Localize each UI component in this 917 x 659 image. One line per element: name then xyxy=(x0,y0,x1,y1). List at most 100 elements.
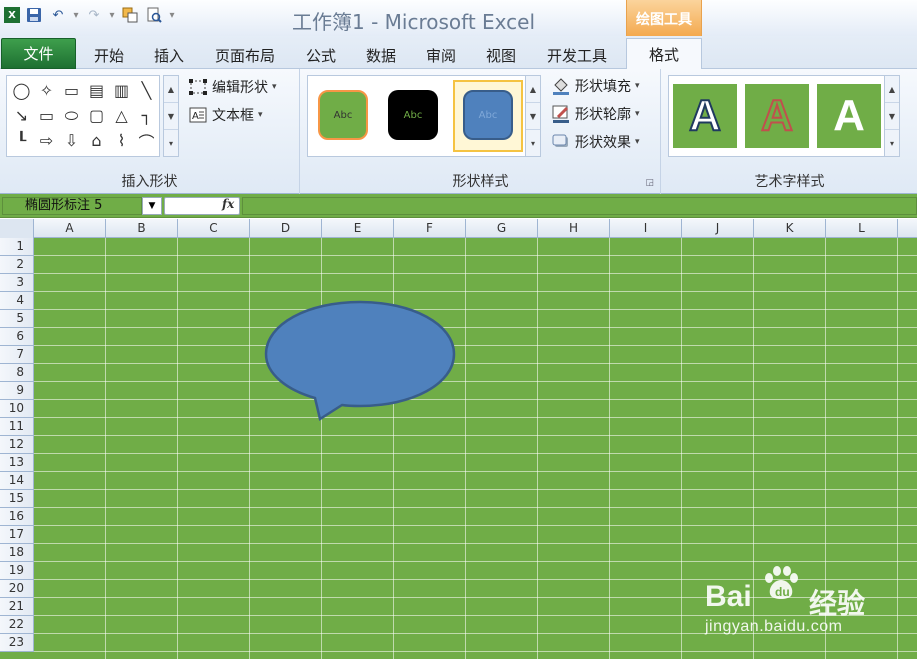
column-header[interactable]: B xyxy=(106,219,178,238)
tab-developer[interactable]: 开发工具 xyxy=(536,42,618,69)
freeform-shape-icon[interactable]: ⌂ xyxy=(84,128,109,153)
row-header[interactable]: 23 xyxy=(0,634,34,652)
name-box-dropdown-icon[interactable]: ▼ xyxy=(142,197,162,215)
arrow-line-shape-icon[interactable]: ↘ xyxy=(9,103,34,128)
dialog-launcher-icon[interactable]: ◲ xyxy=(645,178,654,188)
scroll-up-icon[interactable]: ▲ xyxy=(164,76,178,103)
triangle-shape-icon[interactable]: △ xyxy=(109,103,134,128)
rectangle-shape-icon[interactable]: ▭ xyxy=(34,103,59,128)
line-shape-icon[interactable]: ╲ xyxy=(134,78,159,103)
tab-insert[interactable]: 插入 xyxy=(142,42,196,69)
scroll-up-icon[interactable]: ▲ xyxy=(526,76,540,103)
column-header[interactable]: J xyxy=(682,219,754,238)
elbow-connector-shape-icon[interactable]: ┐ xyxy=(134,103,159,128)
name-box[interactable]: 椭圆形标注 5 xyxy=(2,197,142,215)
row-header[interactable]: 7 xyxy=(0,346,34,364)
right-arrow-shape-icon[interactable]: ⇨ xyxy=(34,128,59,153)
wordart-gallery-scroll[interactable]: ▲ ▼ ▾ xyxy=(884,75,900,157)
scroll-down-icon[interactable]: ▼ xyxy=(164,103,178,130)
wordart-style-1[interactable]: A xyxy=(673,84,737,148)
tab-review[interactable]: 审阅 xyxy=(416,42,466,69)
vertical-textbox-shape-icon[interactable]: ▥ xyxy=(109,78,134,103)
print-preview-icon[interactable] xyxy=(144,5,164,25)
wordart-style-3[interactable]: A xyxy=(817,84,881,148)
row-header[interactable]: 9 xyxy=(0,382,34,400)
down-arrow-shape-icon[interactable]: ⇩ xyxy=(59,128,84,153)
column-header[interactable]: E xyxy=(322,219,394,238)
row-header[interactable]: 2 xyxy=(0,256,34,274)
shape-outline-button[interactable]: 形状轮廓 ▾ xyxy=(551,102,640,126)
style-swatch-blue[interactable]: Abc xyxy=(463,90,513,140)
more-icon[interactable]: ▾ xyxy=(885,130,899,156)
tab-home[interactable]: 开始 xyxy=(82,42,136,69)
column-header[interactable]: K xyxy=(754,219,826,238)
scribble-shape-icon[interactable]: ⌇ xyxy=(109,128,134,153)
column-header[interactable]: G xyxy=(466,219,538,238)
star-shape-icon[interactable]: ✧ xyxy=(34,78,59,103)
row-header[interactable]: 8 xyxy=(0,364,34,382)
shape-fill-button[interactable]: 形状填充 ▾ xyxy=(551,74,640,98)
textbox-shape-icon[interactable]: ▤ xyxy=(84,78,109,103)
select-all-corner[interactable] xyxy=(0,219,34,238)
row-header[interactable]: 17 xyxy=(0,526,34,544)
redo-icon[interactable]: ↷ xyxy=(84,5,104,25)
text-box-button[interactable]: A 文本框 ▾ xyxy=(188,103,263,127)
oval-callout-shape[interactable] xyxy=(262,298,458,424)
column-header[interactable]: I xyxy=(610,219,682,238)
rect-callout-shape-icon[interactable]: ▭ xyxy=(59,78,84,103)
ellipse-shape-icon[interactable]: ⬭ xyxy=(59,103,84,128)
excel-app-icon[interactable]: X xyxy=(4,7,20,23)
row-header[interactable]: 18 xyxy=(0,544,34,562)
row-header[interactable]: 21 xyxy=(0,598,34,616)
more-icon[interactable]: ▾ xyxy=(164,130,178,156)
row-header[interactable]: 16 xyxy=(0,508,34,526)
tab-format[interactable]: 格式 xyxy=(626,38,702,70)
column-header[interactable]: C xyxy=(178,219,250,238)
row-header[interactable]: 19 xyxy=(0,562,34,580)
row-header[interactable]: 10 xyxy=(0,400,34,418)
column-header[interactable]: A xyxy=(34,219,106,238)
scroll-up-icon[interactable]: ▲ xyxy=(885,76,899,103)
scroll-down-icon[interactable]: ▼ xyxy=(885,103,899,130)
tab-formulas[interactable]: 公式 xyxy=(296,42,346,69)
scroll-down-icon[interactable]: ▼ xyxy=(526,103,540,130)
row-header[interactable]: 11 xyxy=(0,418,34,436)
elbow-arrow-shape-icon[interactable]: ┖ xyxy=(9,128,34,153)
row-header[interactable]: 1 xyxy=(0,238,34,256)
tab-data[interactable]: 数据 xyxy=(356,42,406,69)
row-header[interactable]: 13 xyxy=(0,454,34,472)
row-header[interactable]: 12 xyxy=(0,436,34,454)
style-swatch-black[interactable]: Abc xyxy=(388,90,438,140)
oval-callout-shape-icon[interactable]: ◯ xyxy=(9,78,34,103)
rounded-rect-shape-icon[interactable]: ▢ xyxy=(84,103,109,128)
arc-shape-icon[interactable]: ⌒ xyxy=(134,128,159,153)
style-swatch-green[interactable]: Abc xyxy=(318,90,368,140)
row-header[interactable]: 5 xyxy=(0,310,34,328)
row-header[interactable]: 3 xyxy=(0,274,34,292)
row-header[interactable]: 15 xyxy=(0,490,34,508)
row-header[interactable]: 4 xyxy=(0,292,34,310)
wordart-style-2[interactable]: A xyxy=(745,84,809,148)
row-header[interactable]: 14 xyxy=(0,472,34,490)
shapes-gallery-scroll[interactable]: ▲ ▼ ▾ xyxy=(163,75,179,157)
styles-gallery-scroll[interactable]: ▲ ▼ ▾ xyxy=(525,75,541,157)
save-icon[interactable] xyxy=(24,5,44,25)
customize-qat-icon[interactable]: ▾ xyxy=(168,5,176,25)
redo-dropdown-icon[interactable]: ▾ xyxy=(108,5,116,25)
undo-dropdown-icon[interactable]: ▾ xyxy=(72,5,80,25)
copy-format-icon[interactable] xyxy=(120,5,140,25)
row-header[interactable]: 22 xyxy=(0,616,34,634)
column-header[interactable]: D xyxy=(250,219,322,238)
tab-view[interactable]: 视图 xyxy=(476,42,526,69)
shape-effects-button[interactable]: 形状效果 ▾ xyxy=(551,130,640,154)
column-header[interactable]: L xyxy=(826,219,898,238)
more-icon[interactable]: ▾ xyxy=(526,130,540,156)
tab-page-layout[interactable]: 页面布局 xyxy=(204,42,286,69)
undo-icon[interactable]: ↶ xyxy=(48,5,68,25)
column-header[interactable]: F xyxy=(394,219,466,238)
insert-function-icon[interactable]: fx xyxy=(222,197,234,211)
column-header[interactable]: H xyxy=(538,219,610,238)
formula-input[interactable] xyxy=(242,197,917,215)
edit-shape-button[interactable]: 编辑形状 ▾ xyxy=(188,75,277,99)
row-header[interactable]: 20 xyxy=(0,580,34,598)
